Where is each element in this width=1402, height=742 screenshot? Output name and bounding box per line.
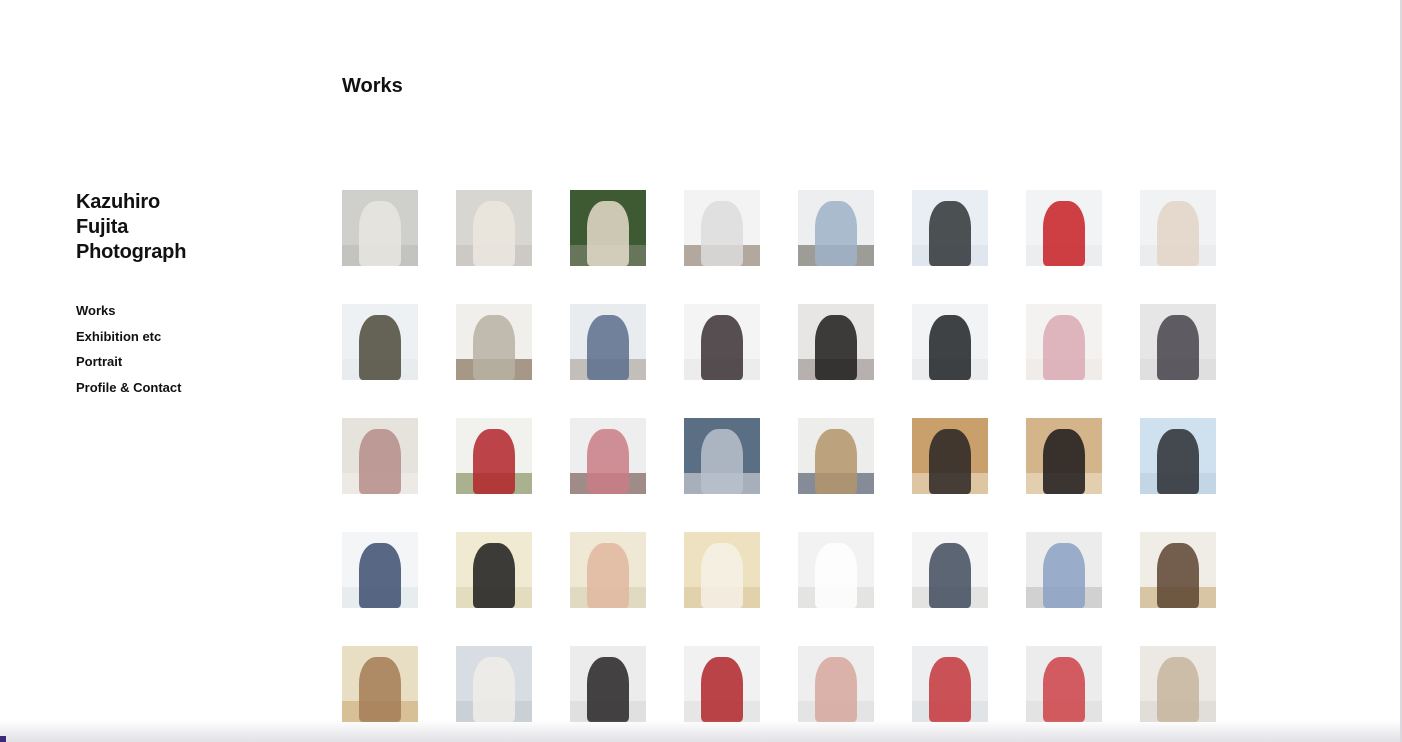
work-thumbnail[interactable]	[456, 646, 532, 722]
thumbnail-subject	[814, 428, 858, 494]
work-thumbnail[interactable]	[342, 190, 418, 266]
thumbnail-subject	[814, 542, 858, 608]
thumbnail-subject	[1042, 542, 1086, 608]
work-thumbnail[interactable]	[798, 304, 874, 380]
thumbnail-subject	[472, 428, 516, 494]
thumbnail-subject	[928, 428, 972, 494]
thumbnail-subject	[586, 200, 630, 266]
thumbnail-subject	[1042, 314, 1086, 380]
work-thumbnail[interactable]	[342, 304, 418, 380]
thumbnail-subject	[472, 656, 516, 722]
thumbnail-subject	[358, 656, 402, 722]
nav-item-profile-contact: Profile & Contact	[76, 378, 181, 404]
thumbnail-subject	[700, 542, 744, 608]
work-thumbnail[interactable]	[570, 532, 646, 608]
thumbnail-subject	[358, 200, 402, 266]
thumbnail-subject	[472, 200, 516, 266]
thumbnail-subject	[472, 542, 516, 608]
work-thumbnail[interactable]	[684, 304, 760, 380]
work-thumbnail[interactable]	[342, 532, 418, 608]
work-thumbnail[interactable]	[912, 304, 988, 380]
page-title: Works	[342, 75, 403, 97]
works-grid	[342, 190, 1216, 722]
work-thumbnail[interactable]	[1026, 532, 1102, 608]
work-thumbnail[interactable]	[1140, 646, 1216, 722]
work-thumbnail[interactable]	[456, 532, 532, 608]
thumbnail-subject	[358, 428, 402, 494]
thumbnail-subject	[928, 656, 972, 722]
work-thumbnail[interactable]	[684, 418, 760, 494]
site-title[interactable]: Kazuhiro Fujita Photograph	[76, 190, 186, 265]
nav-link-portrait[interactable]: Portrait	[76, 354, 122, 369]
work-thumbnail[interactable]	[456, 304, 532, 380]
work-thumbnail[interactable]	[798, 532, 874, 608]
work-thumbnail[interactable]	[798, 190, 874, 266]
thumbnail-subject	[1042, 428, 1086, 494]
thumbnail-subject	[700, 314, 744, 380]
work-thumbnail[interactable]	[342, 418, 418, 494]
thumbnail-subject	[814, 200, 858, 266]
work-thumbnail[interactable]	[798, 646, 874, 722]
work-thumbnail[interactable]	[342, 646, 418, 722]
work-thumbnail[interactable]	[1140, 190, 1216, 266]
page: Kazuhiro Fujita Photograph Works Exhibit…	[0, 0, 1402, 742]
thumbnail-subject	[586, 656, 630, 722]
thumbnail-subject	[814, 656, 858, 722]
work-thumbnail[interactable]	[1026, 304, 1102, 380]
thumbnail-subject	[586, 314, 630, 380]
thumbnail-subject	[1042, 656, 1086, 722]
work-thumbnail[interactable]	[570, 646, 646, 722]
nav-link-exhibition[interactable]: Exhibition etc	[76, 329, 161, 344]
nav-link-profile-contact[interactable]: Profile & Contact	[76, 380, 181, 395]
work-thumbnail[interactable]	[570, 190, 646, 266]
thumbnail-subject	[358, 314, 402, 380]
thumbnail-subject	[1156, 542, 1200, 608]
work-thumbnail[interactable]	[912, 418, 988, 494]
nav-item-exhibition: Exhibition etc	[76, 327, 181, 353]
work-thumbnail[interactable]	[456, 190, 532, 266]
work-thumbnail[interactable]	[912, 190, 988, 266]
work-thumbnail[interactable]	[1140, 418, 1216, 494]
thumbnail-subject	[928, 314, 972, 380]
work-thumbnail[interactable]	[1140, 304, 1216, 380]
thumbnail-subject	[928, 200, 972, 266]
work-thumbnail[interactable]	[456, 418, 532, 494]
thumbnail-subject	[586, 428, 630, 494]
main-nav: Works Exhibition etc Portrait Profile & …	[76, 301, 181, 404]
nav-link-works[interactable]: Works	[76, 303, 116, 318]
work-thumbnail[interactable]	[798, 418, 874, 494]
thumbnail-subject	[1156, 200, 1200, 266]
thumbnail-subject	[1156, 428, 1200, 494]
thumbnail-subject	[928, 542, 972, 608]
work-thumbnail[interactable]	[570, 304, 646, 380]
work-thumbnail[interactable]	[1026, 418, 1102, 494]
work-thumbnail[interactable]	[570, 418, 646, 494]
thumbnail-subject	[700, 200, 744, 266]
work-thumbnail[interactable]	[912, 646, 988, 722]
work-thumbnail[interactable]	[1026, 646, 1102, 722]
work-thumbnail[interactable]	[1026, 190, 1102, 266]
thumbnail-subject	[1156, 314, 1200, 380]
corner-accent	[0, 736, 6, 742]
work-thumbnail[interactable]	[684, 190, 760, 266]
thumbnail-subject	[586, 542, 630, 608]
work-thumbnail[interactable]	[684, 532, 760, 608]
thumbnail-subject	[700, 656, 744, 722]
work-thumbnail[interactable]	[912, 532, 988, 608]
thumbnail-subject	[1156, 656, 1200, 722]
bottom-fade	[0, 720, 1400, 742]
work-thumbnail[interactable]	[1140, 532, 1216, 608]
work-thumbnail[interactable]	[684, 646, 760, 722]
nav-item-portrait: Portrait	[76, 352, 181, 378]
nav-item-works: Works	[76, 301, 181, 327]
thumbnail-subject	[814, 314, 858, 380]
thumbnail-subject	[358, 542, 402, 608]
thumbnail-subject	[700, 428, 744, 494]
thumbnail-subject	[472, 314, 516, 380]
thumbnail-subject	[1042, 200, 1086, 266]
